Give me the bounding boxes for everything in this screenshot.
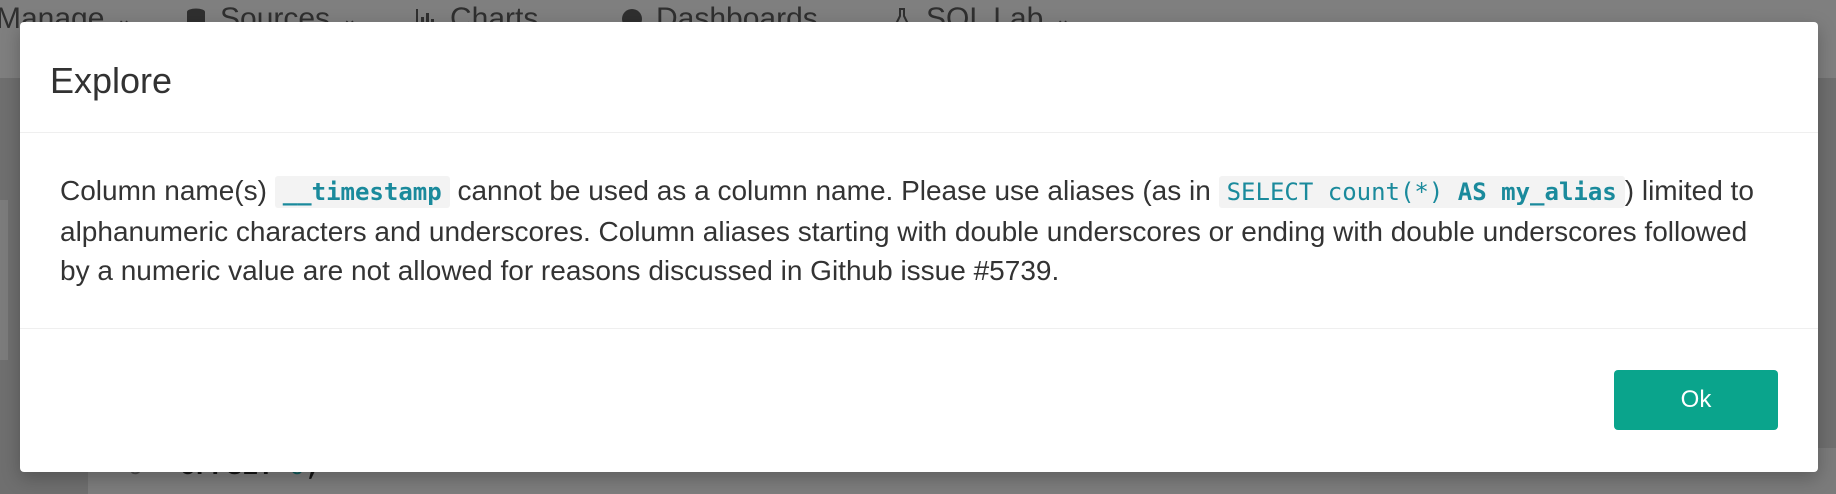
message-mid: cannot be used as a column name. Please … — [457, 175, 1211, 206]
example-code-plain: SELECT count(*) — [1226, 178, 1444, 206]
left-panel-edge — [0, 200, 8, 360]
message-prefix: Column name(s) — [60, 175, 267, 206]
column-name-value: __timestamp — [282, 178, 442, 206]
example-code: SELECT count(*) AS my_alias — [1218, 176, 1625, 208]
modal-header: Explore — [20, 22, 1818, 133]
modal-title: Explore — [50, 60, 173, 101]
column-name-code: __timestamp — [274, 176, 450, 208]
ok-button[interactable]: Ok — [1614, 370, 1778, 430]
modal-body: Column name(s) __timestamp cannot be use… — [20, 133, 1818, 329]
example-code-bold: AS my_alias — [1457, 178, 1617, 206]
error-modal: Explore Column name(s) __timestamp canno… — [20, 22, 1818, 472]
modal-footer: Ok — [20, 329, 1818, 473]
